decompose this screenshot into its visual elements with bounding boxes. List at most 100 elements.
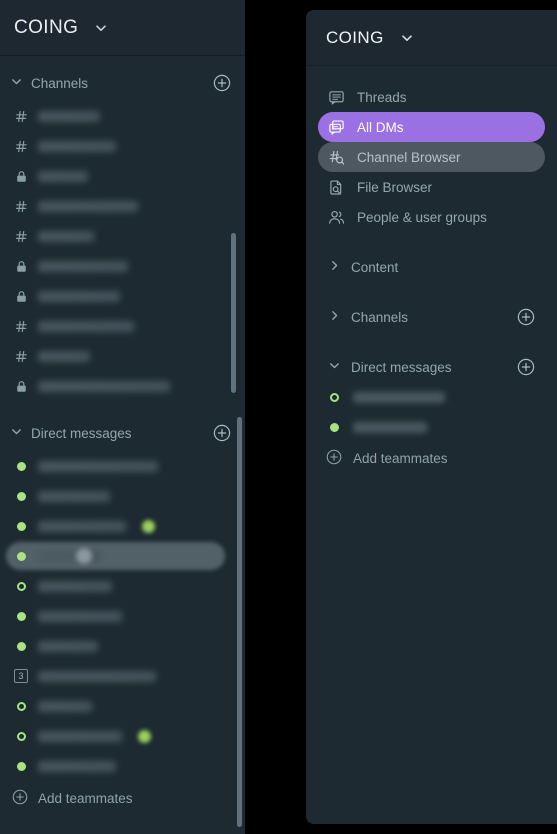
left-dm-row[interactable] (0, 691, 245, 721)
app-root: COING Channels Direct messages 3 Add tea… (0, 0, 557, 834)
left-add-teammates-label: Add teammates (38, 790, 133, 806)
left-dm-row-selected[interactable] (0, 541, 245, 571)
custom-status-emoji-icon (142, 519, 155, 533)
dm-name (353, 391, 445, 403)
dm-name (38, 490, 110, 502)
status-away-icon (14, 581, 28, 591)
left-channels-label: Channels (31, 75, 89, 91)
chevron-right-icon[interactable] (328, 309, 341, 325)
left-dm-row[interactable] (0, 601, 245, 631)
left-dm-section-header[interactable]: Direct messages (0, 415, 245, 451)
hash-icon (14, 200, 28, 213)
left-dm-row[interactable] (0, 721, 245, 751)
lock-icon (14, 170, 28, 183)
left-channel-row[interactable] (0, 191, 245, 221)
left-dm-row[interactable] (0, 571, 245, 601)
workspace-title: COING (14, 16, 79, 38)
plus-circle-icon[interactable] (517, 308, 535, 326)
left-channel-row[interactable] (0, 161, 245, 191)
left-dm-row[interactable]: 3 (0, 661, 245, 691)
left-channel-row[interactable] (0, 221, 245, 251)
nav-item-file-browser[interactable]: File Browser (318, 172, 545, 202)
right-dm-row[interactable] (318, 412, 545, 442)
chevron-down-icon[interactable] (10, 75, 23, 91)
nav-item-label: Channel Browser (357, 149, 461, 165)
sidebar-scrollbar[interactable] (237, 417, 242, 827)
status-away-icon (14, 701, 28, 711)
left-dm-list: 3 (0, 451, 245, 781)
channel-name (38, 350, 90, 362)
right-dm-row[interactable] (318, 382, 545, 412)
status-online-icon (14, 761, 28, 771)
channel-browser-icon (328, 149, 345, 166)
chevron-down-icon[interactable] (328, 359, 341, 375)
hash-icon (14, 350, 28, 363)
chevron-down-icon[interactable] (94, 21, 108, 35)
nav-item-people-user-groups[interactable]: People & user groups (318, 202, 545, 232)
channel-name (38, 110, 100, 122)
row-action-badge[interactable] (76, 548, 92, 564)
right-sidebar-body: Threads All DMs Channel Browser File Browse… (306, 66, 557, 474)
status-online-icon (328, 422, 341, 432)
nav-item-all-dms[interactable]: All DMs (318, 112, 545, 142)
right-channels-section-header[interactable]: Channels (318, 302, 545, 332)
right-add-teammates-button[interactable]: Add teammates (318, 442, 545, 474)
nav-item-label: File Browser (357, 179, 433, 195)
chevron-down-icon[interactable] (400, 31, 414, 45)
left-channel-row[interactable] (0, 371, 245, 401)
all-dms-icon (328, 119, 345, 136)
left-channel-row[interactable] (0, 101, 245, 131)
right-add-teammates-label: Add teammates (353, 450, 448, 466)
right-sidebar-overlay: COING Threads All DMs Channel Browser File … (306, 10, 557, 824)
hash-icon (14, 230, 28, 243)
left-channel-row[interactable] (0, 131, 245, 161)
left-dm-row[interactable] (0, 751, 245, 781)
right-workspace-header[interactable]: COING (306, 10, 557, 66)
plus-circle-icon[interactable] (213, 424, 231, 442)
dm-name (38, 760, 116, 772)
workspace-title: COING (326, 27, 384, 47)
left-dm-row[interactable] (0, 511, 245, 541)
right-dm-section-header[interactable]: Direct messages (318, 352, 545, 382)
group-count-badge: 3 (14, 669, 28, 683)
left-sidebar-body: Channels Direct messages 3 Add teammates (0, 57, 245, 834)
left-channels-section-header[interactable]: Channels (0, 65, 245, 101)
channel-name (38, 230, 94, 242)
lock-icon (14, 260, 28, 273)
nav-item-channel-browser[interactable]: Channel Browser (318, 142, 545, 172)
dm-name (38, 610, 122, 622)
left-dm-row[interactable] (0, 631, 245, 661)
channel-name (38, 380, 170, 392)
left-workspace-header[interactable]: COING (0, 0, 245, 56)
status-online-icon (14, 551, 28, 561)
chevron-right-icon[interactable] (328, 259, 341, 275)
left-channel-row[interactable] (0, 251, 245, 281)
plus-circle-icon (12, 789, 28, 808)
left-channel-row[interactable] (0, 341, 245, 371)
channels-scrollbar[interactable] (231, 233, 236, 393)
nav-item-label: Threads (357, 89, 407, 105)
left-channel-row[interactable] (0, 311, 245, 341)
left-sidebar: COING Channels Direct messages 3 Add tea… (0, 0, 245, 834)
dm-name (38, 520, 126, 532)
channel-name (38, 260, 128, 272)
left-dm-row[interactable] (0, 451, 245, 481)
left-dm-row[interactable] (0, 481, 245, 511)
status-online-icon (14, 641, 28, 651)
nav-item-label: All DMs (357, 119, 404, 135)
chevron-down-icon[interactable] (10, 425, 23, 441)
right-dm-label: Direct messages (351, 359, 452, 375)
channel-name (38, 170, 88, 182)
plus-circle-icon[interactable] (517, 358, 535, 376)
left-add-teammates-button[interactable]: Add teammates (0, 781, 245, 815)
dm-name (38, 730, 122, 742)
plus-circle-icon[interactable] (213, 74, 231, 92)
nav-item-label: People & user groups (357, 209, 487, 225)
dm-name (38, 580, 112, 592)
plus-circle-icon (326, 449, 342, 468)
right-content-section-header[interactable]: Content (318, 252, 545, 282)
nav-item-threads[interactable]: Threads (318, 82, 545, 112)
left-channel-row[interactable] (0, 281, 245, 311)
